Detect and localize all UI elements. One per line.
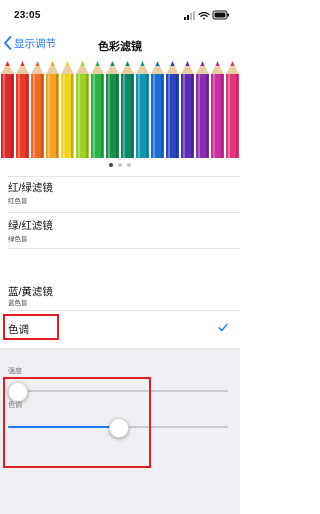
- pencil: [211, 61, 224, 158]
- filter-subtitle: 绿色盲: [8, 236, 28, 243]
- color-preview-image[interactable]: [0, 60, 240, 158]
- filter-title: 绿/红滤镜: [8, 220, 53, 232]
- page-dot[interactable]: [127, 163, 131, 167]
- pencil: [76, 61, 89, 158]
- filter-title: 红/绿滤镜: [8, 182, 53, 194]
- intensity-label: 强度: [8, 368, 22, 375]
- highlight-box-color-tint: [3, 314, 59, 340]
- colored-pencils-illustration: [1, 61, 239, 158]
- pencil: [1, 61, 14, 158]
- battery-icon: [212, 10, 229, 20]
- pencil: [226, 61, 239, 158]
- status-icons: [184, 10, 229, 20]
- pencil: [151, 61, 164, 158]
- highlight-box-sliders: [3, 377, 151, 468]
- pencil: [61, 61, 74, 158]
- filter-row-red-green[interactable]: 红/绿滤镜 红色盲: [0, 180, 240, 220]
- divider: [8, 248, 240, 249]
- pencil: [136, 61, 149, 158]
- pencil: [181, 61, 194, 158]
- filter-row-green-red[interactable]: 绿/红滤镜 绿色盲: [0, 218, 240, 258]
- signal-icon: [184, 11, 195, 20]
- pencil: [106, 61, 119, 158]
- checkmark-icon: [218, 323, 228, 332]
- divider: [8, 310, 240, 311]
- pencil: [16, 61, 29, 158]
- filter-row-blue-yellow[interactable]: 蓝/黄滤镜 蓝色盲: [0, 284, 240, 312]
- divider: [8, 176, 240, 177]
- filter-subtitle: 红色盲: [8, 198, 28, 205]
- pencil: [91, 61, 104, 158]
- wifi-icon: [198, 11, 210, 20]
- navigation-bar: 显示调节 色彩滤镜: [0, 28, 240, 58]
- divider: [8, 212, 240, 213]
- pencil: [31, 61, 44, 158]
- pencil: [166, 61, 179, 158]
- pencil: [46, 61, 59, 158]
- pencil: [196, 61, 209, 158]
- page-dot[interactable]: [109, 163, 113, 167]
- status-time: 23:05: [14, 10, 41, 21]
- status-bar: 23:05: [0, 0, 240, 28]
- filter-subtitle: 蓝色盲: [8, 300, 28, 307]
- page-title: 色彩滤镜: [98, 41, 142, 53]
- page-indicator[interactable]: [0, 160, 240, 170]
- pencil: [121, 61, 134, 158]
- page-dot[interactable]: [118, 163, 122, 167]
